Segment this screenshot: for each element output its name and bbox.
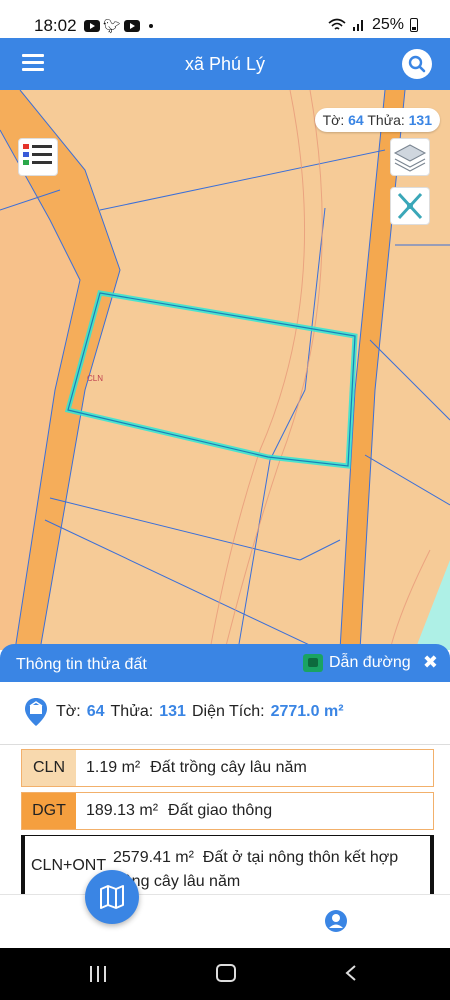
selected-parcel	[64, 290, 358, 469]
summary-to-label: Tờ:	[56, 703, 81, 720]
sheet-plot-badge: Tờ: 64 Thửa: 131	[314, 108, 440, 132]
more-notifications-dot-icon	[148, 24, 153, 28]
twitter-icon: 🐦︎	[103, 18, 121, 34]
recent-apps-icon[interactable]	[90, 966, 110, 982]
parcel-info-header: Thông tin thửa đất Dẫn đường ✖	[0, 644, 450, 682]
land-use-area: 189.13 m²	[86, 802, 159, 819]
status-right: 25%	[328, 16, 418, 34]
measure-button[interactable]	[390, 187, 430, 225]
land-use-area: 1.19 m²	[86, 759, 141, 776]
wifi-icon	[328, 18, 346, 30]
summary-to-value: 64	[86, 703, 105, 720]
map-fab-button[interactable]	[85, 870, 139, 924]
badge-thua-value: 131	[408, 112, 432, 128]
battery-icon	[410, 18, 418, 32]
summary-area-label: Diện Tích:	[191, 703, 265, 720]
search-button[interactable]	[402, 49, 432, 79]
land-use-code: DGT	[22, 793, 76, 829]
land-use-desc: Đất ở tại nông thôn kết hợp	[202, 849, 399, 866]
signal-icon	[352, 20, 363, 31]
layers-icon	[393, 144, 427, 172]
back-icon[interactable]	[344, 965, 358, 981]
youtube-icon	[84, 20, 100, 32]
land-use-code: CLN	[22, 750, 76, 786]
land-use-row-cln-ont: CLN+ONT 2579.41 m² Đất ở tại nông thôn k…	[21, 835, 434, 894]
search-icon	[408, 55, 426, 73]
badge-to-label: Tờ:	[322, 112, 345, 128]
legend-button[interactable]	[18, 138, 58, 176]
map-directions-icon	[303, 654, 323, 672]
notification-icons: 🐦︎	[84, 16, 153, 36]
map-icon	[100, 885, 124, 909]
water-area	[415, 560, 450, 650]
land-use-row-dgt: DGT 189.13 m² Đất giao thông	[21, 792, 434, 830]
system-nav-bar	[0, 948, 450, 1000]
land-use-desc: Đất trồng cây lâu năm	[150, 759, 307, 776]
measure-icon	[397, 192, 423, 220]
close-icon[interactable]: ✖	[423, 652, 438, 673]
land-use-desc: Đất giao thông	[168, 802, 273, 819]
battery-percent: 25%	[371, 16, 404, 33]
map-parcel-label: CLN	[87, 374, 104, 383]
selected-parcel-inner	[67, 292, 356, 467]
parcel-summary: Tờ: 64 Thửa: 131 Diện Tích: 2771.0 m²	[22, 694, 344, 730]
land-use-row-cln: CLN 1.19 m² Đất trồng cây lâu năm	[21, 749, 434, 787]
directions-button[interactable]: Dẫn đường	[303, 654, 411, 672]
summary-thua-label: Thửa:	[110, 703, 154, 720]
page-title: xã Phú Lý	[184, 54, 266, 74]
summary-thua-value: 131	[159, 703, 186, 720]
youtube-icon-2	[123, 20, 140, 32]
badge-thua-label: Thửa:	[367, 112, 405, 128]
map-layers-button[interactable]	[390, 138, 430, 176]
status-time: 18:02	[34, 16, 77, 35]
legend-icon	[23, 144, 52, 165]
user-icon	[325, 910, 347, 932]
map-view[interactable]: CLN Tờ: 64 Thửa: 131	[0, 90, 450, 650]
divider	[0, 744, 450, 745]
sheet-title: Thông tin thửa đất	[16, 656, 147, 673]
home-icon[interactable]	[216, 964, 236, 982]
land-use-text: 2579.41 m² Đất ở tại nông thôn kết hợp t…	[113, 836, 413, 894]
app-bar: xã Phú Lý	[0, 38, 450, 90]
directions-label: Dẫn đường	[329, 654, 411, 671]
parcel-info-body: Tờ: 64 Thửa: 131 Diện Tích: 2771.0 m² CL…	[0, 682, 450, 894]
map-canvas[interactable]	[0, 90, 450, 650]
profile-button[interactable]	[324, 909, 348, 933]
badge-to-value: 64	[348, 112, 364, 128]
summary-area-value: 2771.0 m²	[270, 703, 344, 720]
bottom-nav	[0, 894, 450, 948]
land-use-area: 2579.41 m²	[113, 849, 194, 866]
location-pin-icon	[25, 698, 47, 726]
